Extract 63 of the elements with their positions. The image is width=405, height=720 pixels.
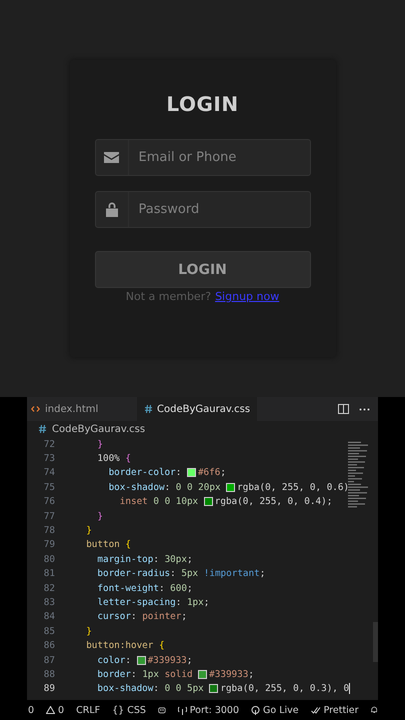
line-number: 83 — [42, 596, 55, 608]
code-line: border-radius: 5px !important; — [96, 568, 266, 580]
port-status[interactable]: Port: 3000 — [190, 704, 240, 716]
line-number: 82 — [42, 582, 55, 594]
split-editor-icon[interactable] — [338, 404, 349, 414]
double-check-icon — [310, 706, 321, 714]
code-icon — [31, 406, 40, 412]
code-line: inset 0 0 10px rgba(0, 255, 0, 0.4); — [118, 496, 332, 508]
code-line: } — [85, 525, 92, 536]
minimap — [348, 439, 370, 509]
input-field[interactable]: Password — [94, 191, 310, 228]
code-line: button:hover { — [85, 640, 165, 652]
prettier-status[interactable]: Prettier — [324, 704, 359, 716]
line-number: 78 — [42, 525, 55, 536]
code-line: border: 1px solid #339933; — [96, 668, 254, 680]
code-line: color: #339933; — [96, 654, 192, 666]
editor-tab[interactable]: index.html — [27, 397, 137, 421]
line-number: 86 — [42, 640, 55, 652]
code-line: button { — [85, 539, 131, 550]
code-line: border-color: #6f6; — [108, 467, 226, 478]
hash-icon — [39, 425, 46, 433]
member-text: Not a member? — [126, 290, 212, 303]
login-title: LOGIN — [166, 92, 239, 116]
code-line: 100% { — [96, 453, 131, 464]
line-number: 75 — [42, 482, 55, 493]
line-number: 81 — [42, 568, 55, 580]
warning-icon — [46, 706, 56, 714]
breadcrumb[interactable]: CodeByGaurav.css — [52, 424, 146, 434]
line-number: 79 — [42, 539, 55, 550]
go-live-button[interactable]: Go Live — [263, 704, 299, 716]
status-item[interactable]: {} CSS — [112, 704, 146, 716]
code-line: box-shadow: 0 0 5px rgba(0, 255, 0, 0.3), 0 — [96, 683, 350, 694]
line-number: 85 — [42, 626, 55, 637]
code-line: } — [96, 510, 103, 522]
more-icon[interactable] — [359, 408, 370, 410]
line-number: 88 — [42, 668, 55, 680]
line-number: 80 — [42, 554, 55, 565]
code-line: margin-top: 30px; — [96, 554, 193, 565]
login-button[interactable]: LOGIN — [94, 251, 310, 288]
line-number: 74 — [42, 467, 55, 478]
broadcast-icon — [251, 706, 260, 714]
error-count[interactable]: 0 — [28, 704, 34, 716]
code-line: cursor: pointer; — [96, 611, 187, 622]
line-number: 77 — [42, 510, 55, 522]
line-number: 89 — [42, 683, 55, 694]
status-item[interactable]: CRLF — [76, 704, 100, 716]
line-number: 73 — [42, 453, 55, 464]
bell-icon[interactable] — [370, 705, 377, 715]
warning-count[interactable]: 0 — [58, 704, 64, 716]
antenna-icon — [178, 706, 187, 714]
line-number: 76 — [42, 496, 55, 508]
input-field[interactable]: Email or Phone — [94, 139, 310, 176]
robot-icon[interactable] — [158, 705, 166, 715]
code-line: box-shadow: 0 0 20px rgba(0, 255, 0, 0.6) — [108, 482, 350, 493]
code-line: font-weight: 600; — [96, 582, 193, 594]
line-number: 84 — [42, 611, 55, 622]
code-line: } — [96, 438, 103, 450]
line-number: 72 — [42, 438, 55, 450]
hash-icon — [145, 405, 152, 413]
code-line: } — [85, 626, 92, 637]
line-number: 87 — [42, 654, 55, 666]
code-line: letter-spacing: 1px; — [96, 596, 210, 608]
editor-tab[interactable]: CodeByGaurav.css — [137, 397, 257, 421]
